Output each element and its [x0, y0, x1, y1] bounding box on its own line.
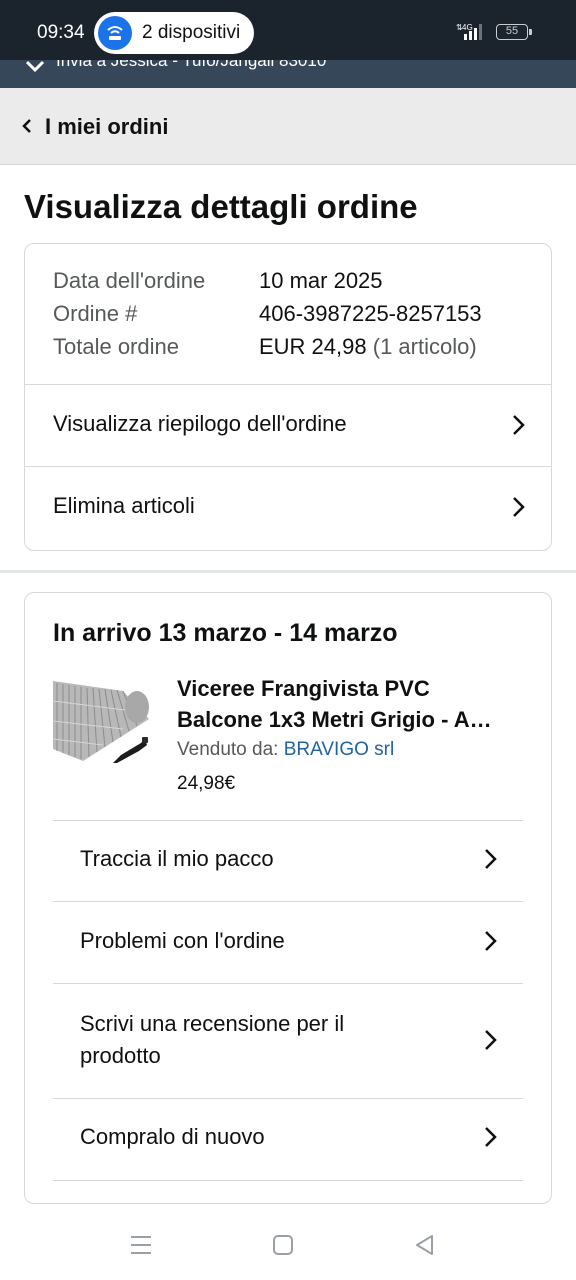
wifi-router-icon: [98, 16, 132, 50]
chevron-right-icon: [485, 849, 497, 869]
menu-icon[interactable]: [129, 1234, 153, 1256]
battery-icon: 55: [496, 24, 528, 40]
view-summary-row[interactable]: Visualizza riepilogo dell'ordine: [25, 385, 551, 466]
order-number-value: 406-3987225-8257153: [259, 301, 482, 326]
product-title[interactable]: Viceree Frangivista PVC Balcone 1x3 Metr…: [177, 673, 529, 735]
order-total-label: Totale ordine: [53, 334, 179, 359]
chevron-right-icon: [513, 415, 525, 435]
product-image[interactable]: [53, 671, 153, 771]
product-price: 24,98€: [177, 773, 236, 794]
chevron-right-icon: [513, 497, 525, 517]
write-review-label[interactable]: Scrivi una recensione per il prodotto: [80, 1008, 420, 1072]
deliver-address: Invia a Jessica - Tufo/Jangali 83010: [56, 60, 327, 70]
write-review-row[interactable]: Scrivi una recensione per il prodotto: [25, 984, 551, 1099]
buy-again-label[interactable]: Compralo di nuovo: [80, 1121, 265, 1153]
battery-level: 55: [505, 25, 519, 37]
cast-label: 2 dispositivi: [142, 22, 241, 43]
delete-items-row[interactable]: Elimina articoli: [25, 467, 551, 550]
product-title-line1: Viceree Frangivista PVC: [177, 676, 430, 701]
order-total-value-group: EUR 24,98 (1 articolo): [259, 334, 477, 360]
cast-indicator[interactable]: 2 dispositivi: [94, 12, 254, 54]
order-total-items: (1 articolo): [372, 334, 477, 359]
sold-by: Venduto da: BRAVIGO srl: [177, 739, 394, 761]
arrival-date: In arrivo 13 marzo - 14 marzo: [53, 619, 398, 647]
order-problems-label[interactable]: Problemi con l'ordine: [80, 925, 285, 957]
view-summary-label[interactable]: Visualizza riepilogo dell'ordine: [53, 411, 347, 437]
delete-items-label[interactable]: Elimina articoli: [53, 493, 195, 519]
sold-by-label: Venduto da:: [177, 739, 279, 760]
page-title: Visualizza dettagli ordine: [24, 188, 418, 225]
shipment-card: In arrivo 13 marzo - 14 marzo Viceree Fr…: [24, 592, 552, 1204]
order-total-value: EUR 24,98: [259, 334, 367, 359]
network-type: 4G: [462, 23, 473, 32]
buy-again-row[interactable]: Compralo di nuovo: [25, 1099, 551, 1181]
chevron-down-icon: [25, 60, 45, 73]
section-separator: [0, 570, 576, 573]
chevron-right-icon: [485, 1030, 497, 1050]
deliver-to-bar[interactable]: Invia a Jessica - Tufo/Jangali 83010: [0, 60, 576, 88]
chevron-left-icon: [22, 119, 31, 133]
product-title-line2: Balcone 1x3 Metri Grigio - A…: [177, 707, 492, 732]
track-package-label[interactable]: Traccia il mio pacco: [80, 843, 274, 875]
system-nav-bar: [0, 1210, 576, 1280]
home-icon[interactable]: [272, 1234, 294, 1256]
order-number-label: Ordine #: [53, 301, 138, 326]
back-label[interactable]: I miei ordini: [45, 114, 168, 140]
chevron-right-icon: [485, 931, 497, 951]
order-info-card: Data dell'ordine 10 mar 2025 Ordine # 40…: [24, 243, 552, 551]
status-time: 09:34: [37, 22, 85, 43]
seller-link[interactable]: BRAVIGO srl: [284, 739, 395, 760]
order-date-label: Data dell'ordine: [53, 268, 206, 293]
order-problems-row[interactable]: Problemi con l'ordine: [25, 902, 551, 984]
track-package-row[interactable]: Traccia il mio pacco: [25, 821, 551, 901]
chevron-right-icon: [485, 1127, 497, 1147]
back-icon[interactable]: [414, 1234, 436, 1256]
status-bar: 09:34 2 dispositivi ⇅ 4G 55: [0, 0, 576, 60]
back-header[interactable]: I miei ordini: [0, 88, 576, 165]
order-date-value: 10 mar 2025: [259, 268, 383, 293]
battery-tip: [529, 29, 532, 35]
divider: [53, 1180, 523, 1181]
signal-icon: ⇅ 4G: [456, 23, 482, 40]
